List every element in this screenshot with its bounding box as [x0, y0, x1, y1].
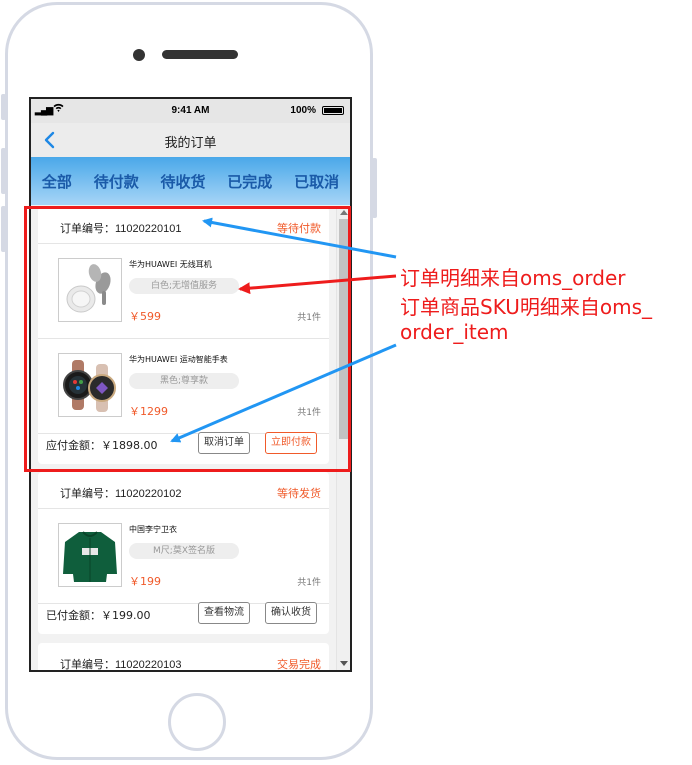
arrow-to-order-number — [202, 217, 397, 259]
figure: ▂▄▆ 9:41 AM 100% 我的订单 全部 待付款 待收货 已完成 已取消 — [0, 0, 692, 765]
arrow-to-item-spec — [238, 274, 397, 295]
annotation-text: order_item — [400, 320, 509, 344]
arrow-to-order-total — [170, 343, 397, 443]
annotation-arrows — [170, 217, 397, 443]
annotation-text: 订单商品SKU明细来自oms_ — [400, 295, 653, 319]
annotation-text: 订单明细来自oms_order — [400, 266, 626, 290]
